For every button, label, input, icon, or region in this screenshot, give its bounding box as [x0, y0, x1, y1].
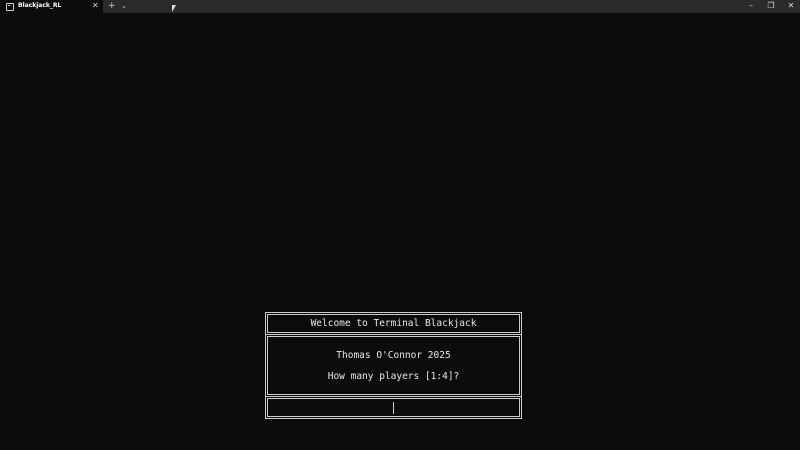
- minimize-button[interactable]: –: [740, 0, 762, 13]
- author-credit: Thomas O'Connor 2025: [336, 350, 451, 361]
- mouse-pointer-icon: [172, 5, 176, 12]
- players-prompt: How many players [1:4]?: [327, 371, 460, 382]
- chevron-down-icon[interactable]: ⌄: [121, 0, 127, 12]
- maximize-button[interactable]: ❐: [760, 0, 782, 13]
- tab-title: Blackjack_RL: [18, 2, 62, 9]
- close-tab-icon[interactable]: ✕: [92, 1, 99, 11]
- new-tab-button[interactable]: +: [108, 0, 116, 12]
- dialog-body-box: Thomas O'Connor 2025 How many players [1…: [265, 334, 522, 397]
- dialog-title-box: Welcome to Terminal Blackjack: [265, 312, 522, 335]
- welcome-dialog: Welcome to Terminal Blackjack Thomas O'C…: [265, 312, 522, 419]
- text-cursor: [393, 402, 394, 414]
- title-bar: Blackjack_RL ✕ + ⌄ – ❐ ✕: [0, 0, 800, 13]
- terminal-icon: [6, 3, 14, 11]
- close-window-button[interactable]: ✕: [780, 0, 800, 13]
- dialog-title: Welcome to Terminal Blackjack: [310, 318, 477, 329]
- players-input-field[interactable]: [265, 396, 522, 419]
- terminal-tab[interactable]: Blackjack_RL ✕: [0, 0, 103, 13]
